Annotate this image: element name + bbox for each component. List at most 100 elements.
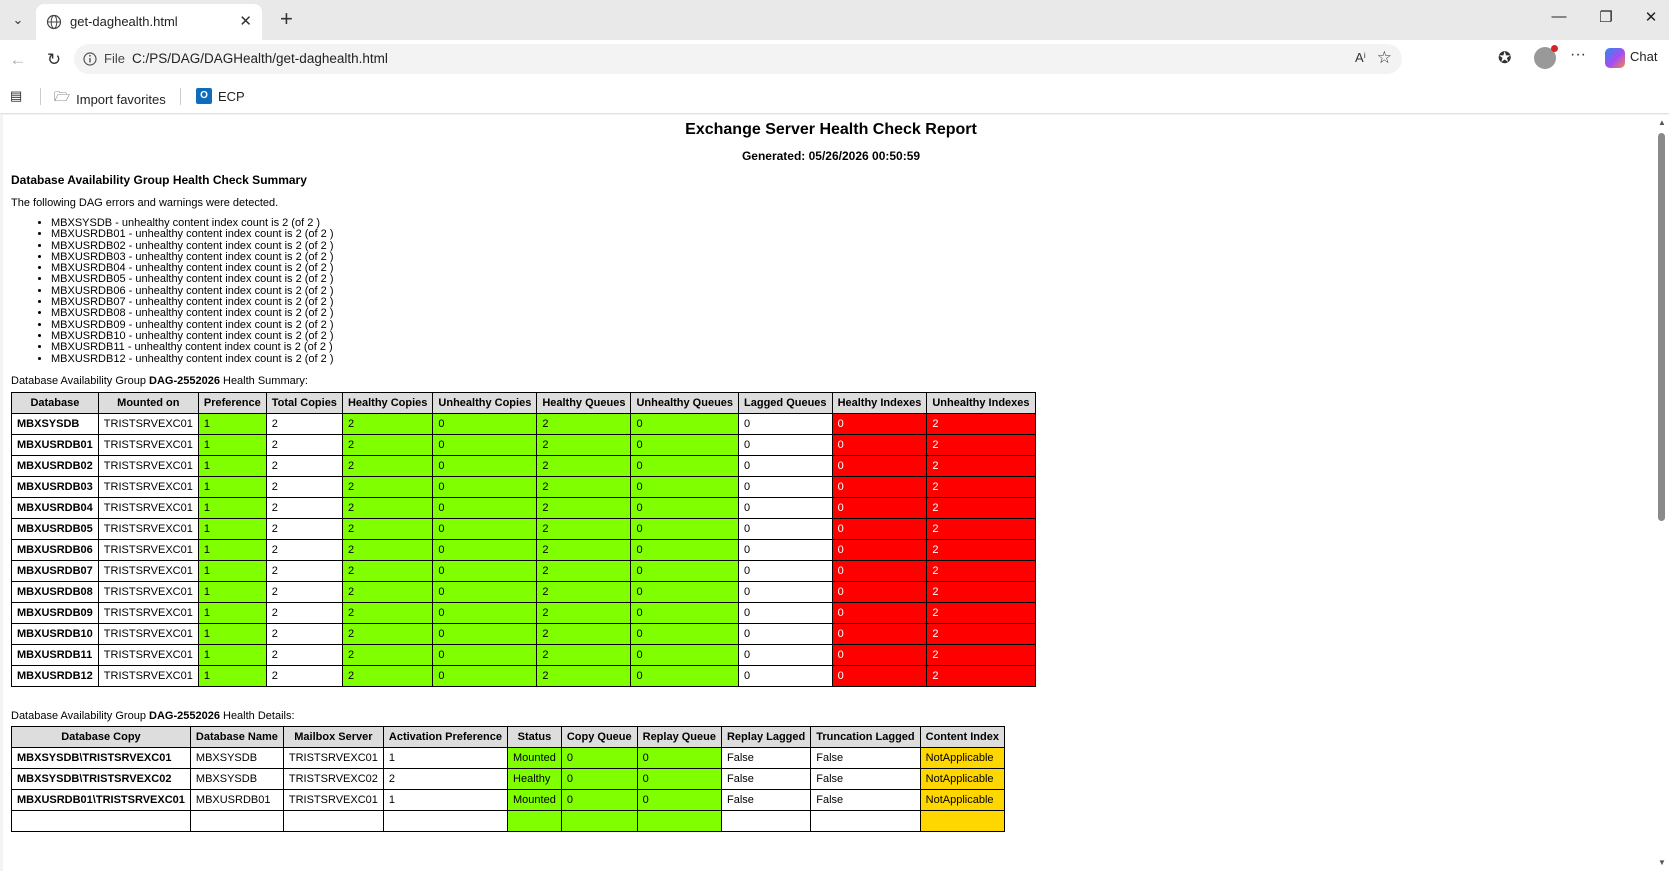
table-cell: 2 [341,434,434,456]
table-cell: 0 [630,644,740,666]
table-cell: 2 [926,476,1036,498]
table-cell [282,810,384,832]
read-aloud-icon[interactable]: Aⁱ [1355,50,1366,66]
error-list-item: MBXUSRDB01 - unhealthy content index cou… [51,228,333,240]
details-caption: Database Availability Group DAG-2552026 … [11,710,295,722]
table-cell: 2 [926,413,1036,435]
error-list-item: MBXUSRDB11 - unhealthy content index cou… [51,341,333,353]
close-icon[interactable]: ✕ [239,12,252,30]
table-cell: MBXUSRDB05 [11,518,99,540]
column-header: Unhealthy Copies [432,392,538,414]
table-cell: MBXUSRDB12 [11,665,99,687]
maximize-icon[interactable]: ❐ [1592,8,1620,26]
sidebar-icon[interactable]: ▤ [10,88,22,104]
chat-button[interactable]: Chat [1630,49,1657,64]
table-cell: MBXUSRDB08 [11,581,99,603]
caption-suffix: Health Summary: [219,375,308,387]
table-cell: False [720,747,812,769]
column-header: Total Copies [265,392,343,414]
tab-list-icon[interactable]: ⌄ [6,8,30,32]
new-tab-icon[interactable]: + [280,6,293,32]
table-cell: MBXUSRDB09 [11,602,99,624]
refresh-icon[interactable]: ↻ [42,48,66,72]
table-cell: 1 [197,539,267,561]
info-icon[interactable] [82,51,98,67]
table-cell: False [720,768,812,790]
table-cell: 2 [265,497,343,519]
table-cell: 0 [738,413,833,435]
table-cell: TRISTSRVEXC01 [97,455,199,477]
caption-prefix: Database Availability Group [11,710,149,722]
table-cell: 2 [536,518,632,540]
table-cell [810,810,921,832]
table-cell: TRISTSRVEXC01 [97,434,199,456]
minimize-icon[interactable]: — [1545,8,1573,25]
table-cell: 2 [341,455,434,477]
table-cell: 0 [636,789,722,811]
table-cell: TRISTSRVEXC01 [97,581,199,603]
table-cell: 0 [432,644,538,666]
table-cell: 0 [738,539,833,561]
table-cell: 0 [831,560,928,582]
error-list-item: MBXUSRDB08 - unhealthy content index cou… [51,308,333,320]
favorite-star-icon[interactable]: ☆ [1377,48,1392,68]
table-cell: False [810,789,921,811]
table-row: MBXUSRDB07 TRISTSRVEXC01 1 2 2 0 2 0 0 0 2 [11,560,1036,582]
table-cell: 0 [630,665,740,687]
table-cell: 0 [738,623,833,645]
vertical-scrollbar[interactable]: ▲ ▼ [1655,115,1669,871]
table-cell: 0 [738,560,833,582]
table-cell: 1 [197,476,267,498]
column-header: Content Index [919,726,1005,748]
table-cell: 1 [197,497,267,519]
table-cell: TRISTSRVEXC01 [97,560,199,582]
url-scheme: File [104,51,125,66]
table-cell: MBXUSRDB10 [11,623,99,645]
ecp-link[interactable]: O ECP [196,88,245,104]
table-cell: 2 [536,644,632,666]
table-cell: 0 [636,768,722,790]
page-viewport[interactable]: Exchange Server Health Check Report Gene… [3,115,1655,871]
table-cell [720,810,812,832]
ecp-label: ECP [218,88,245,104]
scroll-up-icon[interactable]: ▲ [1658,118,1666,127]
globe-icon [46,14,62,30]
profile-avatar[interactable] [1534,45,1558,69]
table-cell: False [810,747,921,769]
table-cell: 2 [341,665,434,687]
table-cell: 0 [831,497,928,519]
table-cell: 2 [536,581,632,603]
divider [40,88,41,105]
scroll-down-icon[interactable]: ▼ [1658,858,1666,867]
table-cell: 2 [926,644,1036,666]
window-close-icon[interactable]: ✕ [1637,8,1665,26]
table-cell: 2 [536,539,632,561]
health-details-table: Database Copy Database Name Mailbox Server… [11,726,1005,832]
table-cell: 2 [536,665,632,687]
copilot-icon[interactable] [1605,48,1625,68]
table-cell: 0 [831,539,928,561]
address-bar-row: ← ↻ File C:/PS/DAG/DAGHealth/get-dagheal… [0,40,1669,78]
favorites-icon[interactable]: ✪ [1498,48,1511,68]
column-header: Database Copy [11,726,191,748]
browser-tab[interactable]: get-daghealth.html ✕ [36,4,262,40]
table-row: MBXUSRDB04 TRISTSRVEXC01 1 2 2 0 2 0 0 0 2 [11,497,1036,519]
table-cell: 2 [926,560,1036,582]
table-cell: 0 [630,434,740,456]
url-text[interactable]: C:/PS/DAG/DAGHealth/get-daghealth.html [132,51,388,66]
scrollbar-thumb[interactable] [1658,133,1665,521]
import-favorites-label: Import favorites [76,91,166,107]
import-icon: 🗁 [54,89,71,104]
import-favorites-link[interactable]: 🗁 Import favorites [54,88,166,110]
table-cell: 2 [536,623,632,645]
address-input[interactable]: File C:/PS/DAG/DAGHealth/get-daghealth.h… [74,44,1402,74]
table-cell [507,810,562,832]
table-cell: 0 [738,518,833,540]
back-icon[interactable]: ← [6,48,30,72]
summary-caption: Database Availability Group DAG-2552026 … [11,375,308,387]
table-cell: MBXUSRDB03 [11,476,99,498]
tab-strip: ⌄ get-daghealth.html ✕ + — ❐ ✕ [0,0,1669,40]
more-icon[interactable]: ··· [1570,46,1586,64]
table-cell: 0 [432,518,538,540]
table-cell: 0 [630,518,740,540]
